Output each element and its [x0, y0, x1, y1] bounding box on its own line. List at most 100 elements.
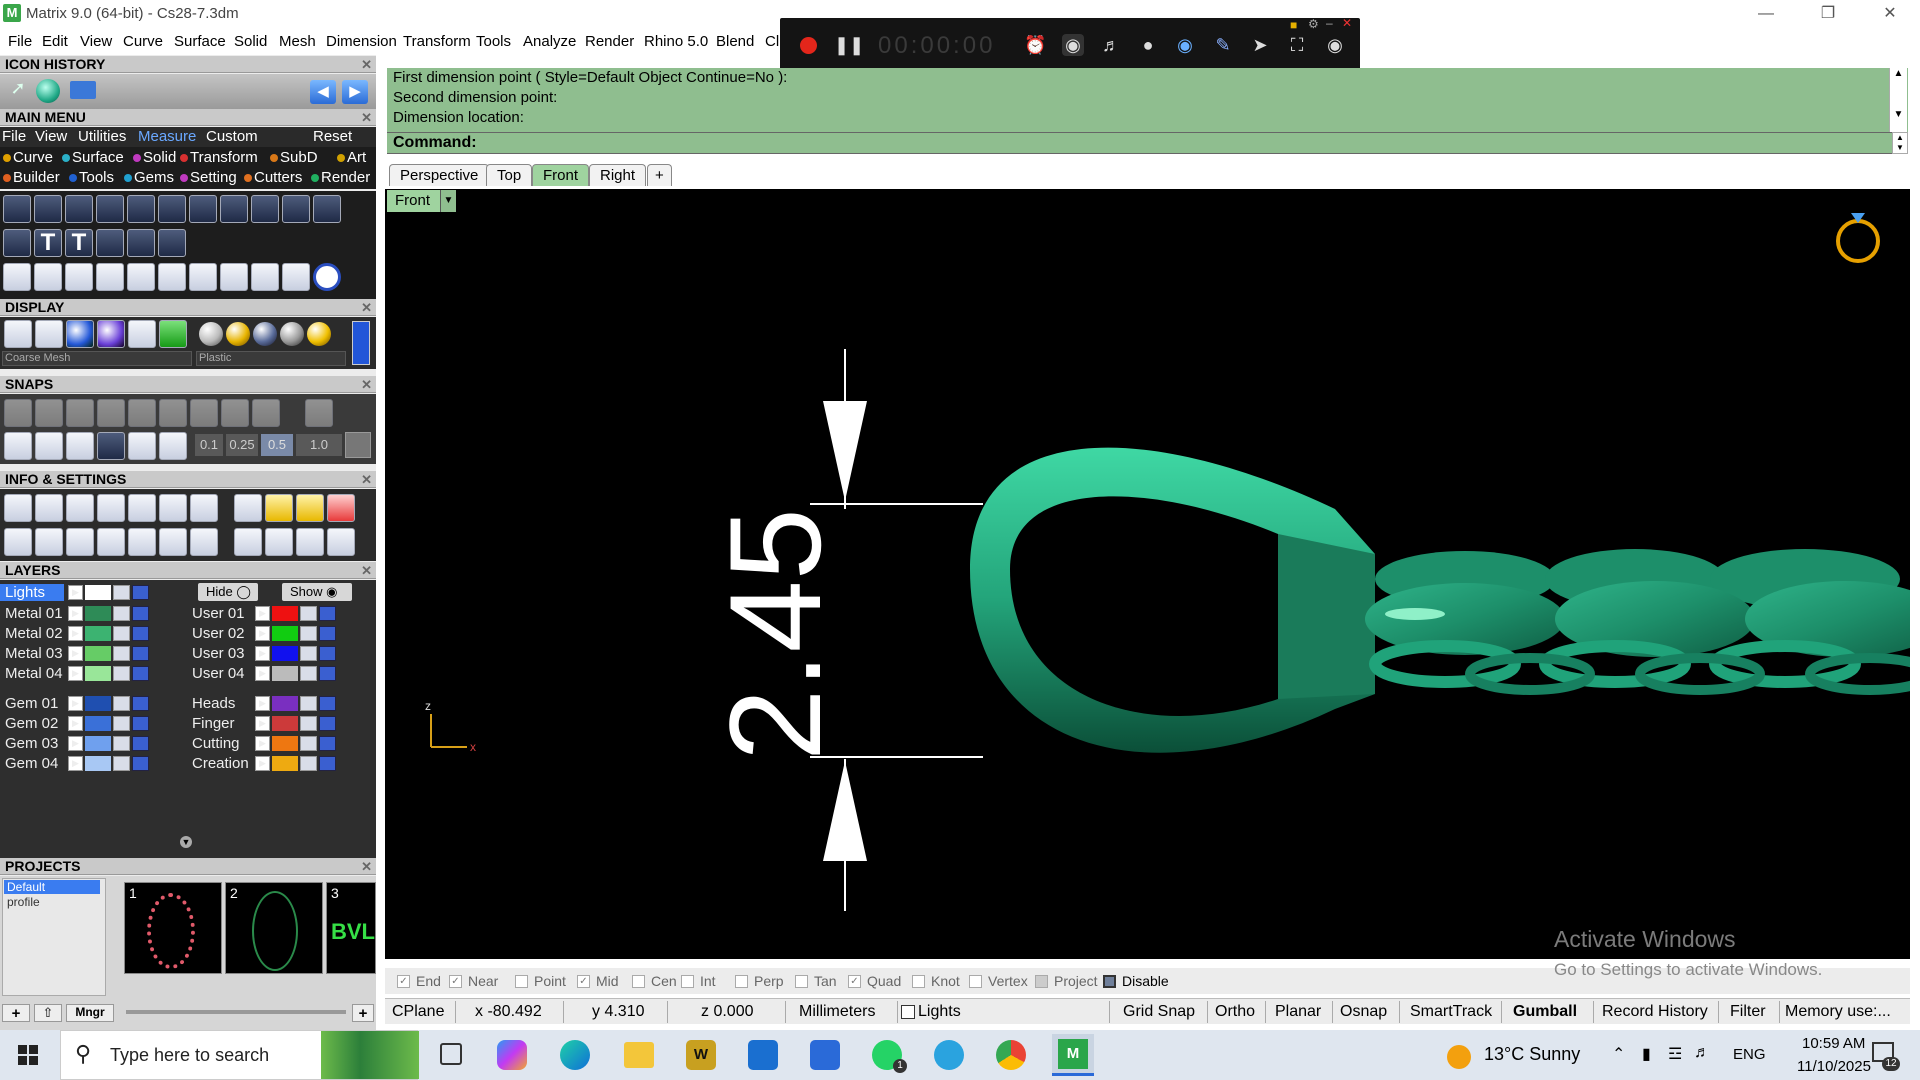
layer-expand-icon[interactable]: ▶: [68, 716, 83, 731]
chrome-icon[interactable]: [996, 1040, 1026, 1070]
lock-icon[interactable]: [113, 696, 130, 711]
window-red-icon[interactable]: [327, 494, 355, 522]
figure-2-icon[interactable]: [296, 528, 324, 556]
main-menu-tab-measure[interactable]: Measure: [138, 128, 196, 145]
checkbox-icon[interactable]: [912, 974, 925, 988]
clock-time[interactable]: 10:59 AM: [1802, 1035, 1865, 1052]
alarm-clock-icon[interactable]: ⏰: [1024, 34, 1046, 56]
window-yellow-icon[interactable]: [265, 494, 293, 522]
tile-views-icon[interactable]: [4, 528, 32, 556]
snap-perp-icon[interactable]: [190, 399, 218, 427]
layer-expand-icon[interactable]: ▶: [68, 666, 83, 681]
layer-expand-icon[interactable]: ▶: [68, 756, 83, 771]
layer-color-swatch[interactable]: [272, 736, 298, 751]
layer-row-lights[interactable]: Lights ▶: [0, 583, 151, 602]
lock-icon[interactable]: [300, 736, 317, 751]
layer-color-swatch[interactable]: [272, 666, 298, 681]
globe-icon[interactable]: [36, 79, 60, 103]
checkbox-icon[interactable]: [1035, 974, 1048, 988]
ring-icon[interactable]: [234, 528, 262, 556]
menu-cl[interactable]: Cl: [765, 33, 779, 50]
vertical-dimension-icon[interactable]: [127, 195, 155, 223]
microphone-icon[interactable]: ●: [1137, 34, 1159, 56]
cat-surface[interactable]: Surface: [62, 149, 124, 166]
grid-settings-icon[interactable]: [345, 432, 371, 458]
text-icon[interactable]: T: [34, 229, 62, 257]
visibility-icon[interactable]: [132, 666, 149, 681]
visibility-icon[interactable]: [132, 716, 149, 731]
arc-dimension-icon[interactable]: [282, 195, 310, 223]
pause-icon[interactable]: ❚❚: [834, 34, 864, 56]
layer-props-icon[interactable]: [66, 494, 94, 522]
lock-icon[interactable]: [113, 626, 130, 641]
visibility-icon[interactable]: [319, 626, 336, 641]
book-icon[interactable]: [97, 528, 125, 556]
cat-gems[interactable]: Gems: [124, 169, 174, 186]
layer-expand-icon[interactable]: ▶: [68, 585, 83, 600]
lock-icon[interactable]: [113, 736, 130, 751]
lock-icon[interactable]: [113, 756, 130, 771]
snap-line-icon[interactable]: [66, 432, 94, 460]
project-slot-2[interactable]: 2: [225, 882, 323, 974]
lock-icon[interactable]: [113, 585, 130, 600]
cat-builder[interactable]: Builder: [3, 169, 60, 186]
layer-expand-icon[interactable]: ▶: [255, 716, 270, 731]
layer-color-swatch[interactable]: [272, 756, 298, 771]
layer-color-swatch[interactable]: [272, 716, 298, 731]
layer-row[interactable]: Finger ▶: [187, 714, 338, 733]
monitor-icon[interactable]: [35, 528, 63, 556]
layer-expand-icon[interactable]: ▶: [68, 696, 83, 711]
folder-icon[interactable]: ■: [1290, 18, 1297, 32]
scroll-up-icon[interactable]: ▲: [1890, 68, 1907, 79]
grid-snap-toggle[interactable]: Grid Snap: [1123, 1003, 1195, 1021]
history-forward-icon[interactable]: ▶: [342, 80, 368, 104]
chrome-material-icon[interactable]: [280, 322, 304, 346]
snap-near-icon[interactable]: [35, 399, 63, 427]
cat-tools[interactable]: Tools: [69, 169, 114, 186]
curve-history-icon[interactable]: ➚: [4, 78, 32, 106]
visibility-icon[interactable]: [319, 756, 336, 771]
visibility-icon[interactable]: [319, 606, 336, 621]
ring-size-indicator-icon[interactable]: [1836, 219, 1880, 263]
layer-row[interactable]: Creation ▶: [187, 754, 338, 773]
snap-mid-icon[interactable]: [97, 399, 125, 427]
folders-icon[interactable]: [97, 494, 125, 522]
radius-dimension-icon[interactable]: [220, 195, 248, 223]
telegram-icon[interactable]: [934, 1040, 964, 1070]
units-label[interactable]: Millimeters: [799, 1003, 875, 1021]
minimize-button[interactable]: —: [1738, 0, 1794, 28]
recenter-dimension-icon[interactable]: [127, 229, 155, 257]
snap-knot-icon[interactable]: [305, 399, 333, 427]
restore-button[interactable]: ❐: [1800, 0, 1856, 28]
eye-icon[interactable]: ◉: [1324, 34, 1346, 56]
layer-row[interactable]: Cutting ▶: [187, 734, 338, 753]
layer-row[interactable]: User 03 ▶: [187, 644, 338, 663]
main-menu-tab-utilities[interactable]: Utilities: [78, 128, 126, 145]
taskbar-search-box[interactable]: ⚲ Type here to search: [60, 1030, 419, 1080]
shaded-mode-icon[interactable]: [66, 320, 94, 348]
cplane-label[interactable]: CPlane: [392, 1003, 444, 1021]
checkbox-icon[interactable]: [632, 974, 645, 988]
record-history-toggle[interactable]: Record History: [1602, 1003, 1708, 1021]
planar-toggle[interactable]: Planar: [1275, 1003, 1321, 1021]
weather-text[interactable]: 13°C Sunny: [1484, 1044, 1580, 1065]
tab-top[interactable]: Top: [486, 164, 533, 186]
edge-icon[interactable]: [560, 1040, 590, 1070]
grid-step-1.0[interactable]: 1.0: [296, 434, 342, 456]
text-object-icon[interactable]: T: [65, 229, 93, 257]
cat-curve[interactable]: Curve: [3, 149, 53, 166]
cat-setting[interactable]: Setting: [180, 169, 237, 186]
snap-cen-icon[interactable]: [128, 399, 156, 427]
visibility-icon[interactable]: [319, 696, 336, 711]
visibility-icon[interactable]: [132, 626, 149, 641]
leader-icon[interactable]: [313, 195, 341, 223]
profile-default[interactable]: Default: [4, 880, 100, 894]
menu-render[interactable]: Render: [585, 33, 634, 50]
osnap-vertex[interactable]: Vertex: [969, 973, 1028, 989]
lock-icon[interactable]: [300, 606, 317, 621]
scale-icon[interactable]: [158, 263, 186, 291]
snap-point-icon[interactable]: [66, 399, 94, 427]
snap-end-icon[interactable]: [4, 399, 32, 427]
lock-icon[interactable]: [300, 666, 317, 681]
menu-transform[interactable]: Transform: [403, 33, 471, 50]
